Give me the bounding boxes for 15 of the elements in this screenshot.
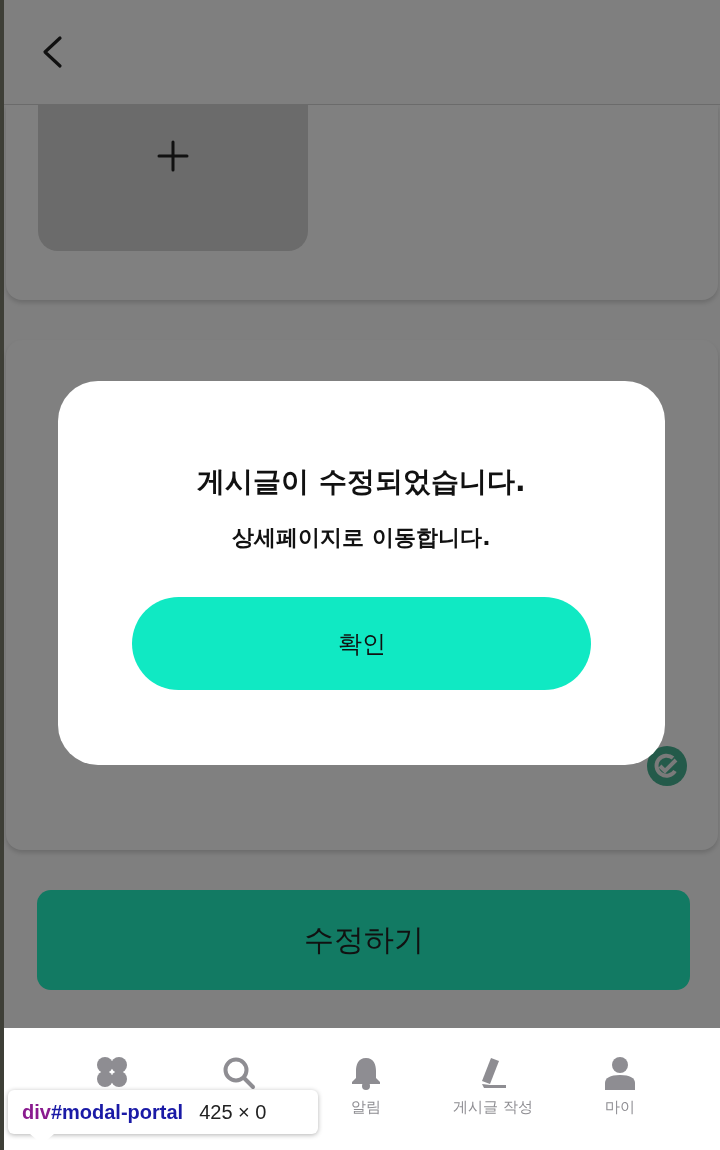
plus-icon (157, 139, 189, 172)
person-icon (604, 1056, 637, 1090)
edit-submit-button[interactable]: 수정하기 (37, 890, 690, 990)
nav-item[interactable]: 게시글 작성 (429, 1028, 557, 1150)
element-selector: div#modal-portal (22, 1100, 184, 1124)
check-circle-icon (646, 745, 688, 787)
search-icon (221, 1056, 256, 1090)
confirm-button[interactable]: 확인 (132, 597, 591, 690)
nav-item[interactable]: 마이 (556, 1028, 684, 1150)
nav-item[interactable]: 알림 (302, 1028, 430, 1150)
bell-icon (350, 1056, 382, 1090)
dialog-title: 게시글이 수정되었습니다. (197, 464, 526, 500)
dialog-message: 상세페이지로 이동합니다. (232, 524, 491, 552)
element-size: 425 × 0 (199, 1100, 267, 1124)
clover-icon (94, 1056, 129, 1088)
